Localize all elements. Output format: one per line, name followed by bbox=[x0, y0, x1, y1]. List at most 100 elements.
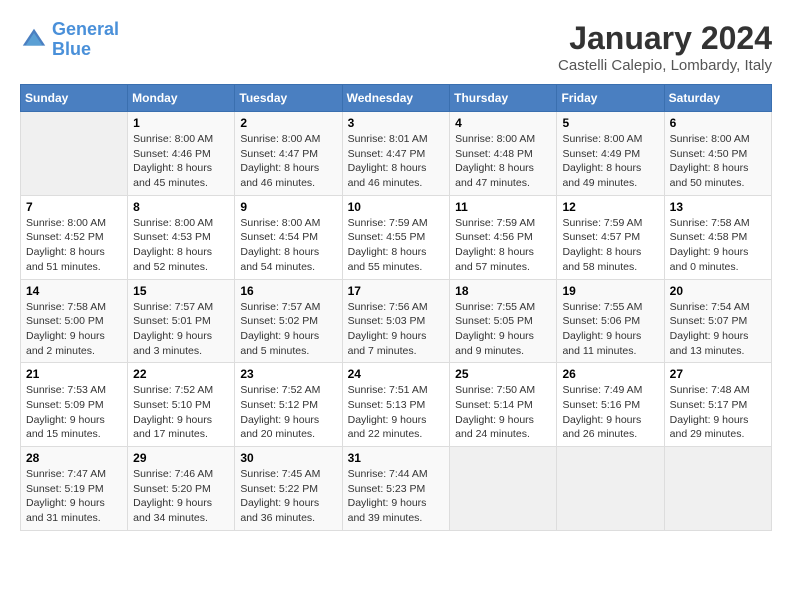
day-number: 27 bbox=[670, 367, 766, 381]
calendar-cell bbox=[21, 112, 128, 196]
calendar-week-row: 7Sunrise: 8:00 AMSunset: 4:52 PMDaylight… bbox=[21, 195, 772, 279]
title-section: January 2024 Castelli Calepio, Lombardy,… bbox=[558, 20, 772, 74]
calendar-cell: 2Sunrise: 8:00 AMSunset: 4:47 PMDaylight… bbox=[235, 112, 342, 196]
day-number: 30 bbox=[240, 451, 336, 465]
day-number: 12 bbox=[562, 200, 658, 214]
day-number: 29 bbox=[133, 451, 229, 465]
calendar-cell: 5 Sunrise: 8:00 AMSunset: 4:49 PMDaylight… bbox=[557, 112, 664, 196]
calendar-cell: 12 Sunrise: 7:59 AMSunset: 4:57 PMDayligh… bbox=[557, 195, 664, 279]
calendar-cell: 17 Sunrise: 7:56 AMSunset: 5:03 PMDayligh… bbox=[342, 279, 450, 363]
day-info: Sunrise: 7:44 AMSunset: 5:23 PMDaylight:… bbox=[348, 467, 445, 526]
day-number: 31 bbox=[348, 451, 445, 465]
weekday-header: Thursday bbox=[450, 85, 557, 112]
calendar-cell: 14 Sunrise: 7:58 AMSunset: 5:00 PMDayligh… bbox=[21, 279, 128, 363]
calendar-cell bbox=[557, 447, 664, 531]
calendar-cell: 15 Sunrise: 7:57 AMSunset: 5:01 PMDayligh… bbox=[128, 279, 235, 363]
calendar-cell: 9Sunrise: 8:00 AMSunset: 4:54 PMDaylight… bbox=[235, 195, 342, 279]
day-number: 26 bbox=[562, 367, 658, 381]
weekday-header-row: SundayMondayTuesdayWednesdayThursdayFrid… bbox=[21, 85, 772, 112]
calendar-cell: 23 Sunrise: 7:52 AMSunset: 5:12 PMDayligh… bbox=[235, 363, 342, 447]
day-info: Sunrise: 7:51 AMSunset: 5:13 PMDaylight:… bbox=[348, 383, 445, 442]
day-number: 5 bbox=[562, 116, 658, 130]
day-info: Sunrise: 7:59 AMSunset: 4:55 PMDaylight:… bbox=[348, 216, 445, 275]
day-number: 18 bbox=[455, 284, 551, 298]
weekday-header: Wednesday bbox=[342, 85, 450, 112]
day-info: Sunrise: 7:59 AMSunset: 4:57 PMDaylight:… bbox=[562, 216, 658, 275]
calendar-week-row: 21 Sunrise: 7:53 AMSunset: 5:09 PMDayligh… bbox=[21, 363, 772, 447]
calendar-cell: 27Sunrise: 7:48 AMSunset: 5:17 PMDayligh… bbox=[664, 363, 771, 447]
day-info: Sunrise: 7:58 AMSunset: 5:00 PMDaylight:… bbox=[26, 300, 122, 359]
calendar-week-row: 28Sunrise: 7:47 AMSunset: 5:19 PMDayligh… bbox=[21, 447, 772, 531]
calendar-cell: 31 Sunrise: 7:44 AMSunset: 5:23 PMDayligh… bbox=[342, 447, 450, 531]
calendar-cell: 1Sunrise: 8:00 AMSunset: 4:46 PMDaylight… bbox=[128, 112, 235, 196]
calendar-cell: 8 Sunrise: 8:00 AMSunset: 4:53 PMDaylight… bbox=[128, 195, 235, 279]
calendar-cell: 13Sunrise: 7:58 AMSunset: 4:58 PMDayligh… bbox=[664, 195, 771, 279]
day-info: Sunrise: 7:46 AMSunset: 5:20 PMDaylight:… bbox=[133, 467, 229, 526]
day-info: Sunrise: 8:00 AMSunset: 4:46 PMDaylight:… bbox=[133, 132, 229, 191]
subtitle: Castelli Calepio, Lombardy, Italy bbox=[558, 57, 772, 74]
logo-icon bbox=[20, 26, 48, 54]
day-info: Sunrise: 8:00 AMSunset: 4:49 PMDaylight:… bbox=[562, 132, 658, 191]
calendar-cell: 24 Sunrise: 7:51 AMSunset: 5:13 PMDayligh… bbox=[342, 363, 450, 447]
day-number: 4 bbox=[455, 116, 551, 130]
calendar-cell: 20Sunrise: 7:54 AMSunset: 5:07 PMDayligh… bbox=[664, 279, 771, 363]
day-number: 22 bbox=[133, 367, 229, 381]
day-number: 21 bbox=[26, 367, 122, 381]
calendar-week-row: 14 Sunrise: 7:58 AMSunset: 5:00 PMDayligh… bbox=[21, 279, 772, 363]
calendar-cell: 16 Sunrise: 7:57 AMSunset: 5:02 PMDayligh… bbox=[235, 279, 342, 363]
page-header: General Blue January 2024 Castelli Calep… bbox=[20, 20, 772, 74]
day-info: Sunrise: 7:52 AMSunset: 5:12 PMDaylight:… bbox=[240, 383, 336, 442]
day-number: 24 bbox=[348, 367, 445, 381]
calendar-cell: 10Sunrise: 7:59 AMSunset: 4:55 PMDayligh… bbox=[342, 195, 450, 279]
day-info: Sunrise: 7:47 AMSunset: 5:19 PMDaylight:… bbox=[26, 467, 122, 526]
calendar-cell: 7Sunrise: 8:00 AMSunset: 4:52 PMDaylight… bbox=[21, 195, 128, 279]
day-info: Sunrise: 8:01 AMSunset: 4:47 PMDaylight:… bbox=[348, 132, 445, 191]
calendar-cell: 21 Sunrise: 7:53 AMSunset: 5:09 PMDayligh… bbox=[21, 363, 128, 447]
day-info: Sunrise: 7:55 AMSunset: 5:05 PMDaylight:… bbox=[455, 300, 551, 359]
day-info: Sunrise: 7:49 AMSunset: 5:16 PMDaylight:… bbox=[562, 383, 658, 442]
day-number: 2 bbox=[240, 116, 336, 130]
day-info: Sunrise: 7:53 AMSunset: 5:09 PMDaylight:… bbox=[26, 383, 122, 442]
day-number: 20 bbox=[670, 284, 766, 298]
day-number: 16 bbox=[240, 284, 336, 298]
day-number: 15 bbox=[133, 284, 229, 298]
day-info: Sunrise: 7:55 AMSunset: 5:06 PMDaylight:… bbox=[562, 300, 658, 359]
day-number: 3 bbox=[348, 116, 445, 130]
logo-text: General Blue bbox=[52, 20, 119, 60]
calendar-cell: 22Sunrise: 7:52 AMSunset: 5:10 PMDayligh… bbox=[128, 363, 235, 447]
day-number: 11 bbox=[455, 200, 551, 214]
weekday-header: Monday bbox=[128, 85, 235, 112]
logo: General Blue bbox=[20, 20, 119, 60]
day-number: 17 bbox=[348, 284, 445, 298]
weekday-header: Friday bbox=[557, 85, 664, 112]
logo-line2: Blue bbox=[52, 39, 91, 59]
calendar-cell: 19 Sunrise: 7:55 AMSunset: 5:06 PMDayligh… bbox=[557, 279, 664, 363]
day-info: Sunrise: 7:56 AMSunset: 5:03 PMDaylight:… bbox=[348, 300, 445, 359]
calendar-cell: 6 Sunrise: 8:00 AMSunset: 4:50 PMDaylight… bbox=[664, 112, 771, 196]
day-number: 7 bbox=[26, 200, 122, 214]
day-number: 25 bbox=[455, 367, 551, 381]
day-number: 23 bbox=[240, 367, 336, 381]
day-number: 8 bbox=[133, 200, 229, 214]
calendar-table: SundayMondayTuesdayWednesdayThursdayFrid… bbox=[20, 84, 772, 531]
day-info: Sunrise: 8:00 AMSunset: 4:50 PMDaylight:… bbox=[670, 132, 766, 191]
calendar-cell: 25 Sunrise: 7:50 AMSunset: 5:14 PMDayligh… bbox=[450, 363, 557, 447]
calendar-cell bbox=[450, 447, 557, 531]
day-number: 19 bbox=[562, 284, 658, 298]
day-number: 6 bbox=[670, 116, 766, 130]
day-number: 9 bbox=[240, 200, 336, 214]
calendar-cell: 30Sunrise: 7:45 AMSunset: 5:22 PMDayligh… bbox=[235, 447, 342, 531]
day-info: Sunrise: 7:50 AMSunset: 5:14 PMDaylight:… bbox=[455, 383, 551, 442]
day-info: Sunrise: 8:00 AMSunset: 4:53 PMDaylight:… bbox=[133, 216, 229, 275]
calendar-cell: 4Sunrise: 8:00 AMSunset: 4:48 PMDaylight… bbox=[450, 112, 557, 196]
day-info: Sunrise: 7:57 AMSunset: 5:01 PMDaylight:… bbox=[133, 300, 229, 359]
day-number: 14 bbox=[26, 284, 122, 298]
calendar-week-row: 1Sunrise: 8:00 AMSunset: 4:46 PMDaylight… bbox=[21, 112, 772, 196]
day-info: Sunrise: 7:57 AMSunset: 5:02 PMDaylight:… bbox=[240, 300, 336, 359]
main-title: January 2024 bbox=[558, 20, 772, 57]
calendar-cell: 3 Sunrise: 8:01 AMSunset: 4:47 PMDaylight… bbox=[342, 112, 450, 196]
day-info: Sunrise: 7:59 AMSunset: 4:56 PMDaylight:… bbox=[455, 216, 551, 275]
weekday-header: Sunday bbox=[21, 85, 128, 112]
calendar-cell: 18 Sunrise: 7:55 AMSunset: 5:05 PMDayligh… bbox=[450, 279, 557, 363]
calendar-cell bbox=[664, 447, 771, 531]
